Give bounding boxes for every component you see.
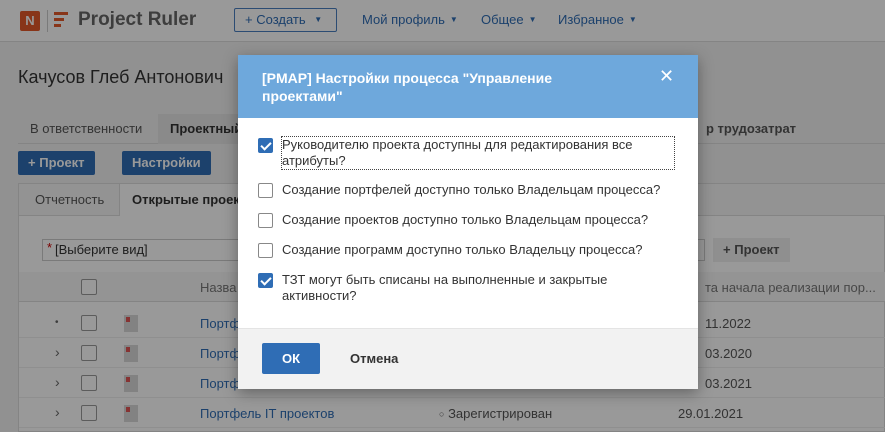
option-label: Создание программ доступно только Владел…: [282, 242, 643, 257]
ok-button[interactable]: ОК: [262, 343, 320, 374]
option-label: Создание проектов доступно только Владел…: [282, 212, 649, 227]
dialog-title: [PMAP] Настройки процесса "Управление пр…: [262, 70, 552, 104]
minimize-icon[interactable]: [630, 67, 650, 89]
option-label: Создание портфелей доступно только Владе…: [282, 182, 661, 197]
option-label: ТЗТ могут быть списаны на выполненные и …: [282, 272, 608, 303]
checkbox-icon[interactable]: [258, 243, 273, 258]
checkbox-icon[interactable]: [258, 183, 273, 198]
checkbox-icon[interactable]: [258, 273, 273, 288]
dialog-header: [PMAP] Настройки процесса "Управление пр…: [238, 55, 698, 118]
close-icon[interactable]: ✕: [659, 67, 674, 85]
dialog-footer: ОК Отмена: [238, 328, 698, 389]
cancel-button[interactable]: Отмена: [338, 343, 410, 374]
checkbox-icon[interactable]: [258, 213, 273, 228]
checkbox-icon[interactable]: [258, 138, 273, 153]
process-settings-dialog: [PMAP] Настройки процесса "Управление пр…: [238, 55, 698, 389]
option-label: Руководителю проекта доступны для редакт…: [281, 136, 675, 170]
